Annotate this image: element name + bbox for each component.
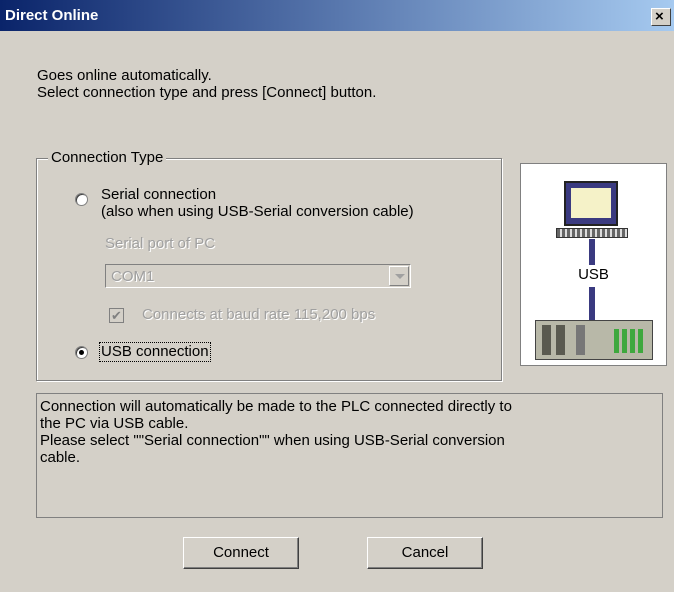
serial-port-select[interactable]: COM1 xyxy=(105,264,411,288)
serial-connection-radio[interactable] xyxy=(75,193,88,206)
baud-rate-label: Connects at baud rate 115,200 bps xyxy=(142,306,376,323)
description-line-2: the PC via USB cable. xyxy=(40,415,189,432)
usb-connection-label[interactable]: USB connection xyxy=(99,342,211,362)
description-box: Connection will automatically be made to… xyxy=(36,393,663,518)
usb-diagram-label: USB xyxy=(578,266,609,283)
description-line-3: Please select ""Serial connection"" when… xyxy=(40,432,505,449)
serial-label-line-1: Serial connection xyxy=(101,186,217,203)
serial-port-label: Serial port of PC xyxy=(105,235,216,252)
keyboard-icon xyxy=(556,228,628,238)
cancel-button[interactable]: Cancel xyxy=(367,537,483,569)
connection-type-title: Connection Type xyxy=(48,149,167,167)
description-line-1: Connection will automatically be made to… xyxy=(40,398,512,415)
serial-port-value: COM1 xyxy=(111,268,155,285)
plc-icon xyxy=(535,320,653,360)
usb-cable-lower xyxy=(589,287,595,320)
window-title: Direct Online xyxy=(5,7,99,24)
usb-connection-diagram: USB xyxy=(520,163,667,366)
usb-connection-radio[interactable] xyxy=(75,346,88,359)
close-icon: × xyxy=(655,8,664,25)
baud-rate-checkbox[interactable]: ✔ xyxy=(109,308,124,323)
serial-label-line-2: (also when using USB-Serial conversion c… xyxy=(101,203,414,220)
close-button[interactable]: × xyxy=(651,8,671,26)
pc-monitor-icon xyxy=(564,181,618,226)
intro-text: Goes online automatically. Select connec… xyxy=(37,67,376,101)
chevron-down-icon[interactable] xyxy=(389,266,409,286)
description-line-4: cable. xyxy=(40,449,81,466)
usb-cable-upper xyxy=(589,239,595,265)
intro-line-1: Goes online automatically. xyxy=(37,67,212,84)
connect-button[interactable]: Connect xyxy=(183,537,299,569)
serial-connection-label[interactable]: Serial connection (also when using USB-S… xyxy=(101,186,414,220)
intro-line-2: Select connection type and press [Connec… xyxy=(37,84,377,101)
title-bar: Direct Online × xyxy=(0,0,674,31)
